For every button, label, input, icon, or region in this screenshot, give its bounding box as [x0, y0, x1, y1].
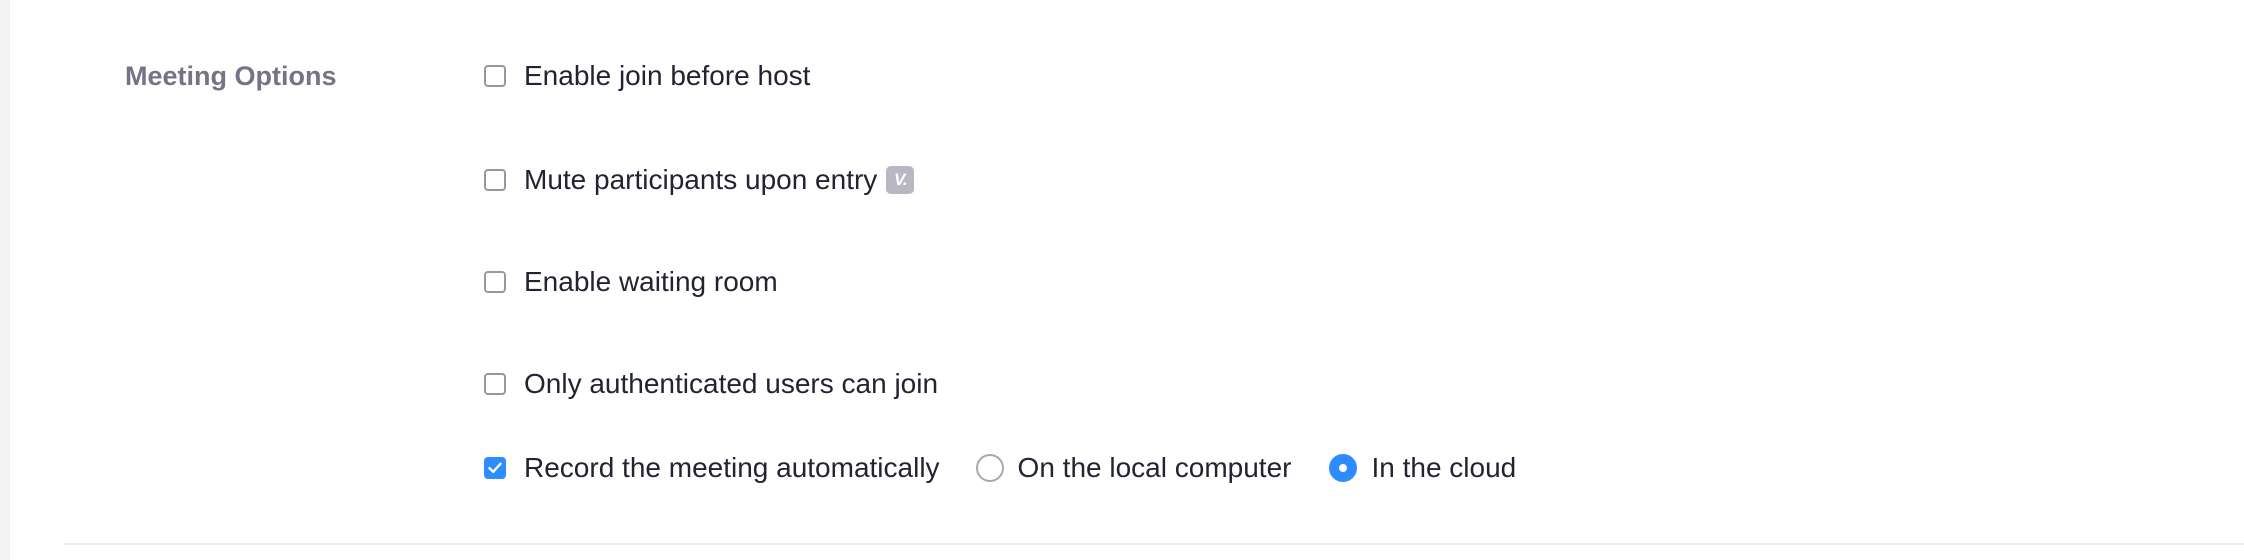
section-title: Meeting Options [125, 61, 337, 91]
waiting-room-checkbox[interactable] [484, 271, 506, 293]
option-mute-upon-entry[interactable]: Mute participants upon entry V. [484, 162, 915, 198]
meeting-options-panel: Meeting Options Enable join before host … [0, 0, 2244, 560]
record-cloud-label[interactable]: In the cloud [1371, 450, 1516, 486]
record-local-radio[interactable] [975, 454, 1004, 482]
radio-selected-dot [1339, 464, 1348, 472]
auto-record-label[interactable]: Record the meeting automatically [524, 450, 940, 486]
record-local-label[interactable]: On the local computer [1018, 450, 1292, 486]
option-join-before-host[interactable]: Enable join before host [484, 58, 810, 94]
join-before-host-label[interactable]: Enable join before host [524, 58, 810, 94]
waiting-room-label[interactable]: Enable waiting room [524, 264, 778, 300]
record-local-option[interactable]: On the local computer [975, 450, 1292, 486]
option-auto-record[interactable]: Record the meeting automatically On the … [484, 450, 1516, 486]
check-icon [488, 462, 502, 473]
section-divider [63, 543, 2244, 545]
authenticated-only-label[interactable]: Only authenticated users can join [524, 366, 938, 402]
auto-record-checkbox[interactable] [484, 457, 506, 479]
option-authenticated-only[interactable]: Only authenticated users can join [484, 366, 938, 402]
left-rail [0, 0, 10, 560]
authenticated-only-checkbox[interactable] [484, 373, 506, 395]
record-cloud-radio[interactable] [1329, 454, 1358, 482]
option-waiting-room[interactable]: Enable waiting room [484, 264, 778, 300]
vip-badge-icon: V. [886, 166, 915, 194]
mute-upon-entry-label[interactable]: Mute participants upon entry [524, 162, 877, 198]
mute-upon-entry-checkbox[interactable] [484, 169, 506, 191]
record-cloud-option[interactable]: In the cloud [1329, 450, 1516, 486]
join-before-host-checkbox[interactable] [484, 65, 506, 87]
